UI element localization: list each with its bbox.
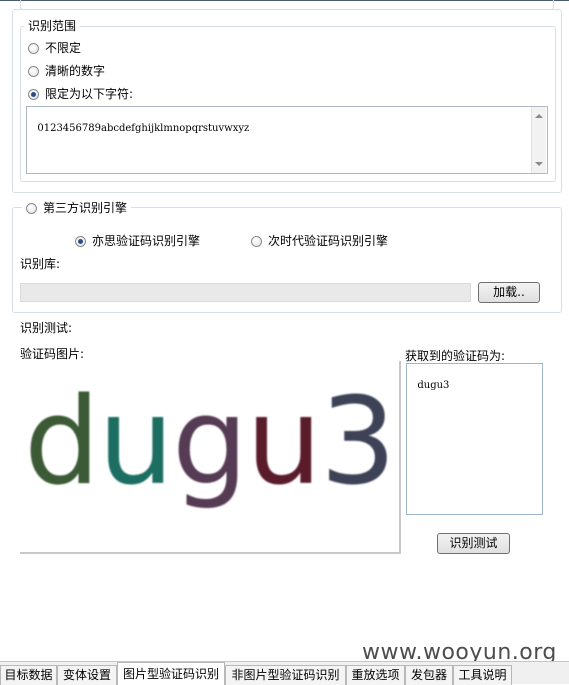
radio-clear-digits[interactable] — [28, 65, 39, 77]
test-section-title: 识别测试: — [20, 321, 73, 335]
library-label: 识别库: — [20, 257, 61, 271]
captcha-char-u: u — [98, 373, 170, 512]
tab-replay-options[interactable]: 重放选项 — [346, 665, 405, 685]
radio-third-party-engine[interactable] — [26, 202, 37, 214]
engine-option-next-gen[interactable]: 次时代验证码识别引擎 — [251, 234, 388, 248]
tab-target-data[interactable]: 目标数据 — [0, 665, 57, 685]
tab-image-captcha[interactable]: 图片型验证码识别 — [117, 662, 225, 685]
radio-unlimited[interactable] — [28, 42, 39, 54]
result-textarea[interactable]: dugu3 — [406, 363, 543, 515]
scroll-up-icon[interactable] — [535, 114, 543, 118]
scope-option-clear-digits[interactable]: 清晰的数字 — [28, 64, 105, 78]
captcha-image: d u g u 3 — [20, 361, 401, 554]
result-label: 获取到的验证码为: — [405, 349, 506, 363]
tab-non-image-captcha[interactable]: 非图片型验证码识别 — [225, 665, 346, 685]
scope-option-label: 不限定 — [45, 41, 82, 55]
captcha-char-u2: u — [246, 373, 318, 512]
scope-option-restrict[interactable]: 限定为以下字符: — [28, 87, 133, 101]
scope-option-label: 限定为以下字符: — [45, 87, 134, 101]
tab-tool-help[interactable]: 工具说明 — [453, 665, 512, 685]
radio-next-gen-engine[interactable] — [251, 235, 262, 247]
result-value: dugu3 — [417, 380, 450, 391]
charset-value: 0123456789abcdefghijklmnopqrstuvwxyz — [37, 123, 250, 134]
scope-group-legend: 识别范围 — [24, 19, 81, 33]
radio-yisi-engine[interactable] — [75, 235, 86, 247]
captcha-char-3: 3 — [320, 373, 392, 512]
scroll-down-icon[interactable] — [535, 162, 543, 166]
engine-option-yisi[interactable]: 亦思验证码识别引擎 — [75, 234, 200, 248]
captcha-graphic: d u g u 3 — [24, 373, 396, 512]
engine-option-label: 亦思验证码识别引擎 — [92, 234, 201, 248]
engine-option-label: 次时代验证码识别引擎 — [268, 234, 389, 248]
tab-bar: 目标数据 变体设置 图片型验证码识别 非图片型验证码识别 重放选项 发包器 工具… — [0, 661, 569, 685]
load-button[interactable]: 加载.. — [478, 282, 540, 303]
scope-option-unlimited[interactable]: 不限定 — [28, 41, 81, 55]
captcha-char-g: g — [172, 373, 244, 512]
recognize-test-button[interactable]: 识别测试 — [437, 533, 510, 554]
radio-restrict[interactable] — [28, 88, 39, 100]
captcha-image-label: 验证码图片: — [20, 347, 85, 361]
charset-scrollbar[interactable] — [531, 107, 546, 173]
library-path-field[interactable] — [20, 283, 471, 302]
tab-variant-settings[interactable]: 变体设置 — [57, 665, 117, 685]
charset-textarea[interactable]: 0123456789abcdefghijklmnopqrstuvwxyz — [26, 106, 548, 174]
captcha-char-d: d — [24, 373, 96, 512]
tab-packet-sender[interactable]: 发包器 — [405, 665, 453, 685]
engine-legend-label: 第三方识别引擎 — [43, 201, 128, 215]
engine-group-legend[interactable]: 第三方识别引擎 — [22, 201, 132, 215]
scope-option-label: 清晰的数字 — [45, 64, 106, 78]
